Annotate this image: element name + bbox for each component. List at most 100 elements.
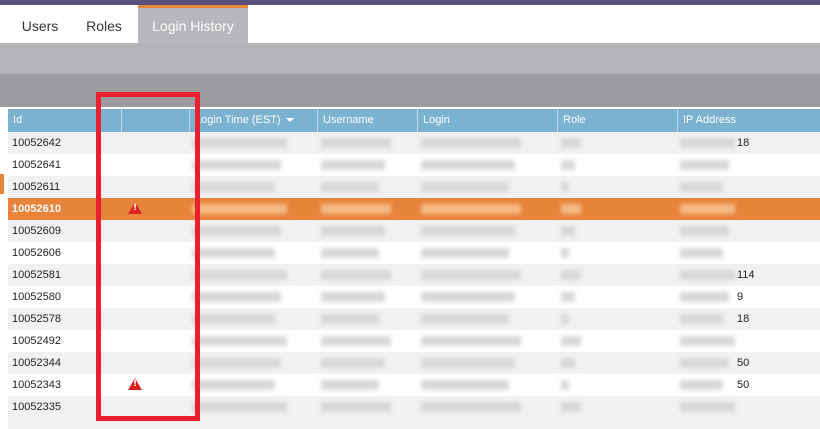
redacted-cell [192,336,287,346]
cell-id: 10052343 [12,379,61,391]
redacted-cell [192,248,275,258]
cell-id: 10052578 [12,313,61,325]
redacted-cell [680,182,723,192]
redacted-cell [680,402,735,412]
redacted-cell [680,248,723,258]
redacted-cell [192,182,275,192]
redacted-cell [680,314,723,324]
tab-users[interactable]: Users [10,8,70,43]
cell-id: 10052642 [12,137,61,149]
column-header-login[interactable]: Login [417,109,557,132]
redacted-cell [680,226,729,236]
redacted-cell [421,160,515,170]
tab-bar: Users Roles Login History [0,5,820,43]
redacted-cell [421,204,521,214]
redacted-cell [421,270,521,280]
redacted-cell [421,226,515,236]
redacted-cell [421,336,521,346]
redacted-cell [680,160,729,170]
redacted-cell [321,402,391,412]
redacted-cell [561,160,575,170]
redacted-cell [680,336,735,346]
redacted-cell [321,270,391,280]
redacted-cell [561,248,569,258]
cell-id: 10052611 [12,181,61,193]
redacted-cell [680,204,735,214]
redacted-cell [561,380,569,390]
redacted-cell [561,336,581,346]
redacted-cell [561,292,575,302]
cell-id: 10052492 [12,335,61,347]
redacted-cell [321,138,391,148]
redacted-cell [561,402,581,412]
redacted-cell [321,292,385,302]
cell-id: 10052344 [12,357,61,369]
redacted-cell [421,292,515,302]
redacted-cell [561,314,569,324]
redacted-cell [680,380,723,390]
column-label: Username [323,114,374,126]
redacted-cell [421,380,509,390]
column-label: IP Address [683,114,736,126]
column-label: Role [563,114,586,126]
sort-descending-icon [285,118,294,123]
redacted-cell [421,248,509,258]
cell-id: 10052335 [12,401,61,413]
redacted-cell [192,380,275,390]
redacted-cell [192,292,281,302]
redacted-cell [192,160,281,170]
redacted-cell [321,204,391,214]
column-header-role[interactable]: Role [557,109,677,132]
redacted-cell [561,138,581,148]
redacted-cell [561,270,581,280]
ip-address-fragment: 18 [737,137,750,149]
column-header-username[interactable]: Username [317,109,417,132]
redacted-cell [192,314,275,324]
cell-id: 10052610 [12,203,61,215]
redacted-cell [680,292,729,302]
redacted-cell [680,138,735,148]
cell-id: 10052641 [12,159,61,171]
redacted-cell [192,402,287,412]
redacted-cell [192,270,287,280]
side-handle[interactable] [0,174,4,194]
tab-login-history[interactable]: Login History [138,5,248,43]
ip-address-fragment: 50 [737,357,750,369]
ip-address-fragment: 50 [737,379,750,391]
redacted-cell [421,138,521,148]
ip-address-fragment: 9 [737,291,744,303]
cell-id: 10052581 [12,269,61,281]
redacted-cell [321,248,379,258]
cell-id: 10052580 [12,291,61,303]
highlight-annotation-box [96,92,200,421]
toolbar-area [0,43,820,74]
column-label: Id [13,114,23,126]
redacted-cell [321,226,385,236]
redacted-cell [421,402,521,412]
ip-address-fragment: 114 [737,269,755,281]
redacted-cell [192,204,287,214]
column-header-ip-address[interactable]: IP Address [677,109,820,132]
redacted-cell [321,380,379,390]
cell-id: 10052606 [12,247,61,259]
redacted-cell [321,182,379,192]
redacted-cell [561,182,569,192]
redacted-cell [321,160,385,170]
column-label: Login [423,114,450,126]
redacted-cell [321,336,391,346]
redacted-cell [321,358,385,368]
redacted-cell [321,314,379,324]
redacted-cell [192,226,281,236]
cell-id: 10052609 [12,225,61,237]
redacted-cell [421,314,509,324]
redacted-cell [561,204,581,214]
tab-roles[interactable]: Roles [72,8,136,43]
redacted-cell [561,226,575,236]
column-header-login-time[interactable]: Login Time (EST) [189,109,317,132]
column-label: Login Time (EST) [195,114,281,126]
redacted-cell [421,182,509,192]
redacted-cell [680,270,735,280]
redacted-cell [680,358,729,368]
ip-address-fragment: 18 [737,313,750,325]
redacted-cell [421,358,515,368]
